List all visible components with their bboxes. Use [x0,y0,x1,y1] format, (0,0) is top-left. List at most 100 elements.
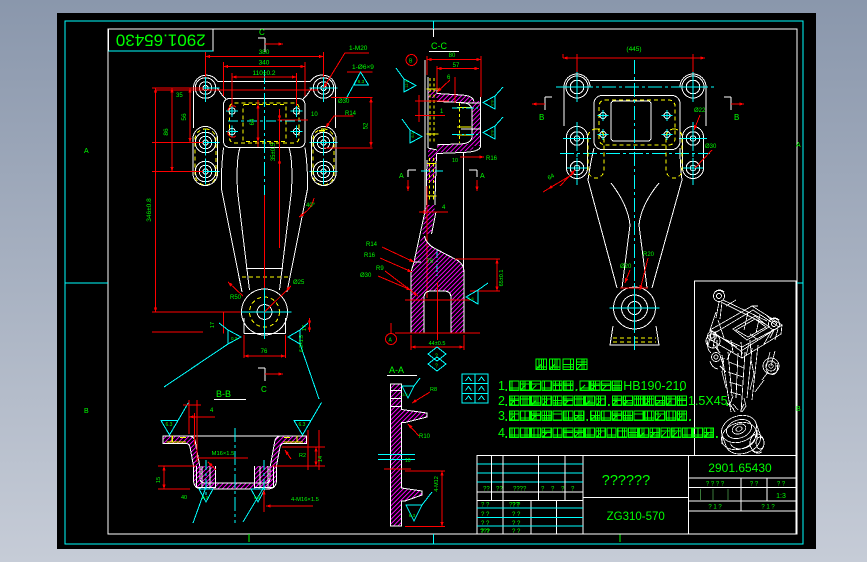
svg-text:2901.65430: 2901.65430 [116,31,206,50]
svg-text:1.6: 1.6 [468,296,474,301]
svg-text:Ø30: Ø30 [360,273,372,279]
svg-text:A: A [480,173,485,180]
svg-text:R50: R50 [230,295,242,301]
svg-text:6.3: 6.3 [299,422,306,428]
svg-text:B: B [539,113,544,122]
svg-text:R8: R8 [430,387,437,393]
svg-text:HB190-210: HB190-210 [623,379,686,393]
svg-text:A: A [796,142,801,149]
svg-text:4-M12: 4-M12 [434,476,440,492]
svg-text:R16: R16 [486,156,498,162]
svg-text:1-Ø6×9: 1-Ø6×9 [352,64,374,71]
svg-text:R2: R2 [299,453,306,459]
svg-text:? ?: ? ? [481,512,490,518]
svg-text:? ?: ? ? [512,529,521,535]
svg-text:? ?: ? ? [481,521,490,527]
svg-text:C: C [259,28,265,37]
svg-text:? ? ? ?: ? ? ? ? [706,482,725,488]
svg-text:10: 10 [452,158,458,164]
svg-text:346±0.8: 346±0.8 [146,198,153,222]
svg-text:R16: R16 [364,253,376,259]
svg-text:R14: R14 [366,242,378,248]
svg-text:ZG310-570: ZG310-570 [607,511,665,523]
svg-text:???: ??? [480,529,491,535]
svg-text:80: 80 [449,53,456,59]
svg-text:56: 56 [181,113,188,121]
svg-text:40°: 40° [306,203,316,209]
svg-text:A: A [399,173,404,180]
svg-text:C-C: C-C [431,41,447,51]
svg-text:10: 10 [405,458,411,464]
svg-text:76: 76 [427,259,434,265]
svg-text:1-M20: 1-M20 [349,45,368,52]
svg-text:2901.65430: 2901.65430 [708,461,772,475]
svg-text:65±0.1: 65±0.1 [499,270,505,287]
svg-text:12.5: 12.5 [405,80,409,87]
svg-text:0.3: 0.3 [231,336,237,341]
svg-text:3: 3 [498,409,505,423]
svg-text:???: ??? [509,503,520,509]
svg-text:17: 17 [210,322,216,328]
svg-text:?: ? [435,364,438,370]
svg-text:??: ?? [483,487,490,493]
svg-text:Ø25: Ø25 [293,280,305,286]
svg-text:? ?: ? ? [481,503,490,509]
svg-text:86: 86 [163,128,170,136]
svg-text:110±0.2: 110±0.2 [253,70,276,77]
svg-text:????: ???? [513,487,527,493]
svg-text:1.5X45: 1.5X45 [688,394,728,408]
svg-text:4-M16×1.5: 4-M16×1.5 [291,497,319,503]
svg-text:4: 4 [498,426,505,440]
svg-text:? ?: ? ? [512,512,521,518]
svg-text:6.3×1.5: 6.3×1.5 [299,335,305,352]
svg-text:B-B: B-B [216,389,231,399]
svg-text:76: 76 [261,349,268,355]
svg-text:Ø22: Ø22 [694,108,706,114]
svg-text:64: 64 [250,118,256,125]
svg-text:14: 14 [318,456,324,462]
svg-text:??????: ?????? [602,473,650,489]
svg-text:B: B [84,408,89,415]
svg-text:6.3: 6.3 [166,422,173,428]
svg-text:? ?: ? ? [777,482,786,488]
svg-text:A-A: A-A [389,365,404,375]
svg-text:(445): (445) [626,46,641,53]
svg-text:340: 340 [259,60,270,67]
svg-text:2: 2 [498,394,505,408]
svg-text:15: 15 [156,477,162,483]
svg-text:R10: R10 [419,434,431,440]
svg-text:40: 40 [181,495,187,501]
svg-text:57: 57 [453,63,460,69]
svg-text:R20: R20 [643,252,655,258]
svg-text:6.3: 6.3 [490,130,494,135]
svg-text:3.2: 3.2 [402,392,408,397]
svg-text:6.3: 6.3 [409,513,416,518]
svg-text:35: 35 [176,93,183,99]
svg-text:6.3: 6.3 [490,100,494,105]
svg-text:0.3: 0.3 [202,495,208,500]
svg-text:C: C [261,385,267,394]
svg-text:? ?: ? ? [750,482,759,488]
svg-text:52: 52 [364,122,370,129]
svg-text:? ?: ? ? [512,521,521,527]
svg-text:B: B [734,113,739,122]
svg-text:? 1 ?: ? 1 ? [708,505,722,511]
svg-text:380: 380 [259,49,270,56]
svg-text:A: A [84,148,89,155]
svg-text:Ø30: Ø30 [705,144,717,150]
svg-text:M16×1.5: M16×1.5 [212,451,235,457]
svg-text:6.3: 6.3 [411,132,415,137]
svg-text:35±0.5: 35±0.5 [271,142,277,161]
svg-text:10: 10 [311,112,318,118]
svg-text:??: ?? [496,487,503,493]
svg-text:Ø20: Ø20 [620,264,632,270]
svg-text:R9: R9 [376,266,384,272]
svg-text:0.3: 0.3 [254,495,260,500]
svg-text:Ø30: Ø30 [338,99,350,105]
svg-text:1:3: 1:3 [776,493,786,500]
svg-text:6.3: 6.3 [358,79,365,85]
svg-text:B: B [796,406,801,413]
svg-text:1: 1 [498,379,505,393]
svg-text:44±0.5: 44±0.5 [429,341,446,347]
svg-text:? 1 ?: ? 1 ? [761,505,775,511]
